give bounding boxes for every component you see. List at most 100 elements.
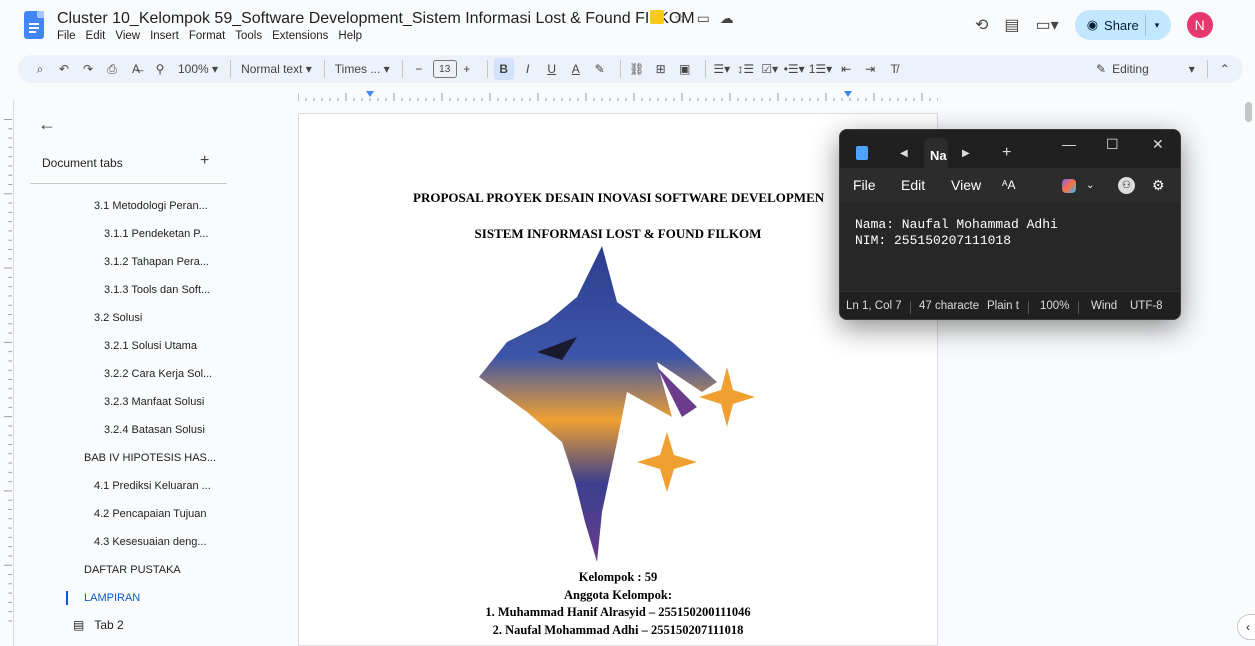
text-formatting-icon[interactable]: ᴬA: [1002, 178, 1015, 192]
outline-item[interactable]: 4.1 Prediksi Keluaran ...: [0, 472, 240, 500]
bold-button[interactable]: B: [493, 58, 514, 80]
outline-item[interactable]: 3.2.3 Manfaat Solusi: [0, 388, 240, 416]
line-spacing-icon[interactable]: ↕☰: [736, 58, 756, 80]
tab-2-label: Tab 2: [94, 618, 124, 632]
outline-item[interactable]: 3.2.1 Solusi Utama: [0, 332, 240, 360]
redo-icon[interactable]: ↷: [78, 58, 98, 80]
highlight-icon[interactable]: ✎: [590, 58, 610, 80]
notepad-menu-view[interactable]: View: [951, 177, 981, 193]
align-icon[interactable]: ☰▾: [712, 58, 732, 80]
chevron-up-icon[interactable]: ⌃: [1220, 62, 1230, 76]
menu-help[interactable]: Help: [338, 30, 362, 42]
menu-insert[interactable]: Insert: [150, 30, 179, 42]
tab-document-icon: ▤: [73, 618, 85, 632]
wolf-logo-image[interactable]: [467, 242, 767, 567]
decrease-indent-icon[interactable]: ⇤: [836, 58, 856, 80]
encoding[interactable]: UTF-8: [1130, 300, 1163, 312]
notepad-menu-file[interactable]: File: [853, 177, 876, 193]
outline-item[interactable]: 4.2 Pencapaian Tujuan: [0, 500, 240, 528]
side-panel-toggle[interactable]: ‹: [1237, 614, 1255, 640]
increase-font-size-button[interactable]: +: [457, 58, 477, 80]
text-color-button[interactable]: A: [566, 58, 586, 80]
outline-item[interactable]: 3.2 Solusi: [0, 304, 240, 332]
copilot-icon[interactable]: [1062, 179, 1076, 193]
back-arrow-icon[interactable]: ←: [38, 114, 56, 135]
menu-tools[interactable]: Tools: [235, 30, 262, 42]
notepad-tab[interactable]: Na: [924, 138, 948, 168]
editing-mode-select[interactable]: ✎ Editing ▾ ⌃: [1096, 60, 1230, 78]
notepad-titlebar[interactable]: ◀ Na ▶ + — ☐ ✕: [840, 130, 1180, 168]
menu-file[interactable]: File: [57, 30, 76, 42]
maximize-button[interactable]: ☐: [1106, 136, 1119, 153]
cursor-position[interactable]: Ln 1, Col 7: [846, 300, 902, 312]
checklist-icon[interactable]: ☑▾: [760, 58, 780, 80]
star-icon[interactable]: ☆: [674, 10, 687, 27]
link-icon[interactable]: ⛓: [627, 58, 647, 80]
paint-format-icon[interactable]: ⚲: [150, 58, 170, 80]
version-history-icon[interactable]: ⟲: [975, 15, 988, 35]
add-comment-icon[interactable]: ⊞: [651, 58, 671, 80]
menu-format[interactable]: Format: [189, 30, 225, 42]
outline-item[interactable]: 3.2.4 Batasan Solusi: [0, 416, 240, 444]
share-label: Share: [1104, 17, 1139, 33]
outline-item[interactable]: BAB IV HIPOTESIS HAS...: [0, 444, 240, 472]
cloud-status-icon[interactable]: ☁: [720, 10, 734, 27]
horizontal-ruler[interactable]: [298, 89, 938, 101]
outline-item[interactable]: 3.1.1 Pendeketan P...: [0, 220, 240, 248]
account-icon[interactable]: ⚇: [1118, 177, 1135, 194]
print-icon[interactable]: ⎙: [102, 58, 122, 80]
outline-item[interactable]: LAMPIRAN: [0, 584, 240, 612]
line-ending[interactable]: Wind: [1091, 300, 1117, 312]
move-folder-icon[interactable]: ▭: [697, 10, 710, 27]
zoom-level[interactable]: 100%: [1040, 300, 1069, 312]
underline-button[interactable]: U: [542, 58, 562, 80]
outline-item[interactable]: 3.1.3 Tools dan Soft...: [0, 276, 240, 304]
minimize-button[interactable]: —: [1062, 136, 1076, 152]
google-docs-icon[interactable]: [24, 11, 44, 39]
chevron-down-icon[interactable]: ⌄: [1086, 180, 1094, 191]
outline-item[interactable]: 3.1 Metodologi Peran...: [0, 192, 240, 220]
document-tabs-label: Document tabs: [42, 156, 123, 170]
notepad-text-area[interactable]: Nama: Naufal Mohammad Adhi NIM: 25515020…: [840, 202, 1180, 291]
outline-item[interactable]: DAFTAR PUSTAKA: [0, 556, 240, 584]
tab-2[interactable]: ▤ Tab 2: [73, 618, 124, 632]
menu-edit[interactable]: Edit: [86, 30, 106, 42]
increase-indent-icon[interactable]: ⇥: [860, 58, 880, 80]
members-heading: Anggota Kelompok:: [564, 587, 672, 602]
close-button[interactable]: ✕: [1152, 136, 1164, 153]
tab-scroll-left-icon[interactable]: ◀: [900, 148, 908, 159]
add-tab-button[interactable]: +: [200, 152, 209, 170]
settings-gear-icon[interactable]: ⚙: [1152, 177, 1165, 194]
numbered-list-icon[interactable]: 1☰▾: [809, 58, 832, 80]
undo-icon[interactable]: ↶: [54, 58, 74, 80]
emoji-badge-icon[interactable]: [650, 10, 664, 24]
document-title[interactable]: Cluster 10_Kelompok 59_Software Developm…: [57, 10, 695, 28]
share-button[interactable]: ◉ Share ▾: [1074, 10, 1171, 40]
menu-view[interactable]: View: [115, 30, 140, 42]
scrollbar-thumb[interactable]: [1245, 102, 1252, 122]
meet-icon[interactable]: ▭▾: [1036, 15, 1059, 35]
spellcheck-icon[interactable]: A̶: [126, 58, 146, 80]
style-select[interactable]: Normal text ▾: [237, 58, 316, 80]
notepad-menu-edit[interactable]: Edit: [901, 177, 925, 193]
decrease-font-size-button[interactable]: −: [409, 58, 429, 80]
outline-item[interactable]: 4.3 Kesesuaian deng...: [0, 528, 240, 556]
chevron-down-icon[interactable]: ▾: [1155, 20, 1160, 31]
new-tab-button[interactable]: +: [1002, 144, 1011, 162]
insert-image-icon[interactable]: ▣: [675, 58, 695, 80]
file-format[interactable]: Plain t: [987, 300, 1019, 312]
outline-item[interactable]: 3.1.2 Tahapan Pera...: [0, 248, 240, 276]
search-menus-icon[interactable]: ⌕: [30, 58, 50, 80]
font-size-input[interactable]: 13: [432, 60, 457, 78]
comments-icon[interactable]: ▤: [1004, 15, 1019, 35]
avatar[interactable]: N: [1186, 12, 1213, 38]
tab-scroll-right-icon[interactable]: ▶: [962, 148, 970, 159]
italic-button[interactable]: I: [518, 58, 538, 80]
zoom-select[interactable]: 100% ▾: [174, 58, 222, 80]
bulleted-list-icon[interactable]: •☰▾: [784, 58, 805, 80]
outline-item[interactable]: 3.2.2 Cara Kerja Sol...: [0, 360, 240, 388]
menu-extensions[interactable]: Extensions: [272, 30, 328, 42]
font-select[interactable]: Times ... ▾: [331, 58, 394, 80]
notepad-status-bar: Ln 1, Col 7 47 characte Plain t 100% Win…: [840, 291, 1180, 319]
clear-formatting-icon[interactable]: T̸: [884, 58, 904, 80]
